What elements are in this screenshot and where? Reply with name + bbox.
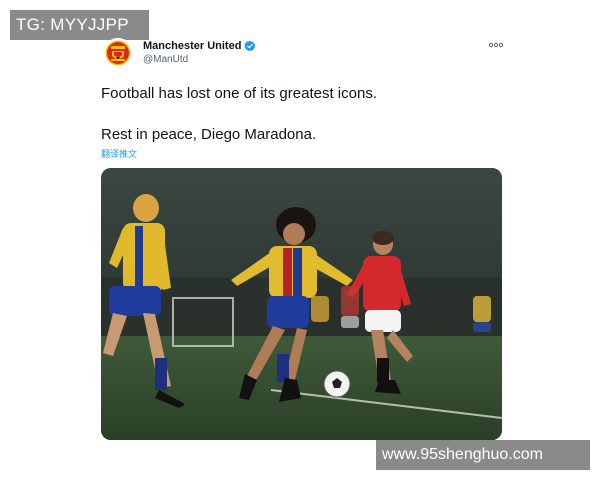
translate-tweet-link[interactable]: 翻译推文 [101,149,137,160]
manchester-united-crest-icon [104,39,132,67]
tweet-text-line-2: Rest in peace, Diego Maradona. [101,126,317,143]
watermark-top: TG: MYYJJPP [10,10,149,40]
tweet-text-line-1: Football has lost one of its greatest ic… [101,85,377,102]
verified-badge-icon [244,40,256,51]
tweet-media-photo[interactable] [101,168,502,440]
more-horizontal-icon[interactable] [488,40,504,50]
author-handle[interactable]: @ManUtd [143,54,188,66]
avatar[interactable] [103,38,133,68]
author-display-name[interactable]: Manchester United [143,39,256,53]
football-match-photo-icon [101,168,502,440]
watermark-bottom: www.95shenghuo.com [376,440,590,470]
page: TG: MYYJJPP Manchester United @ManUtd Fo… [0,0,600,480]
author-name-text[interactable]: Manchester United [143,39,241,53]
